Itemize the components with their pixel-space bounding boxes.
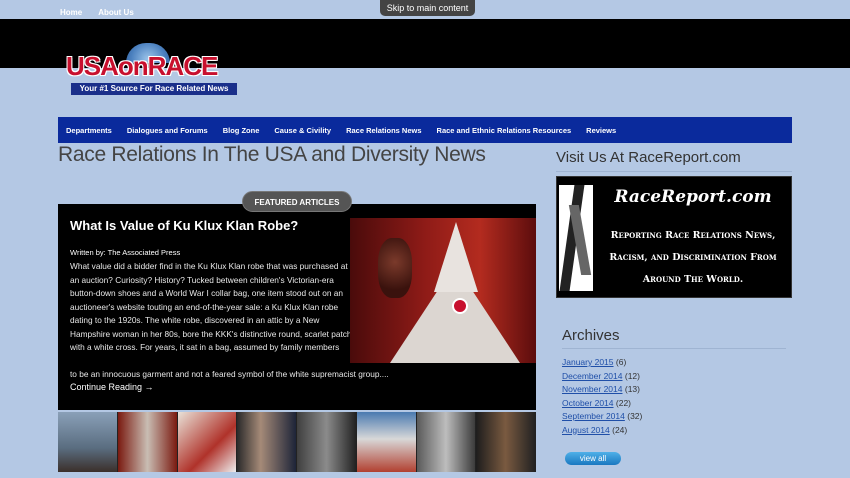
archive-count: (24) xyxy=(612,424,628,435)
thumbnail-1[interactable] xyxy=(58,412,118,472)
logo-tagline: Your #1 Source For Race Related News xyxy=(71,83,237,95)
archive-link[interactable]: August 2014 xyxy=(562,425,610,435)
home-link[interactable]: Home xyxy=(60,8,82,17)
site-logo[interactable]: USAonRACE Your #1 Source For Race Relate… xyxy=(66,43,238,97)
featured-excerpt: What value did a bidder find in the Ku K… xyxy=(70,261,352,352)
archive-link[interactable]: September 2014 xyxy=(562,411,625,421)
nav-dialogues-forums[interactable]: Dialogues and Forums xyxy=(127,126,208,135)
nav-resources[interactable]: Race and Ethnic Relations Resources xyxy=(437,126,572,135)
featured-excerpt-end: to be an innocuous garment and not a fea… xyxy=(70,369,389,379)
thumbnail-6[interactable] xyxy=(356,412,417,472)
archives-list: January 2015 (6) December 2014 (12) Nove… xyxy=(562,356,642,437)
featured-articles-badge: FEATURED ARTICLES xyxy=(242,191,352,212)
robe-shape xyxy=(390,284,520,363)
divider xyxy=(556,171,792,172)
thumbnail-3[interactable] xyxy=(177,412,238,472)
archive-count: (13) xyxy=(624,384,640,394)
archive-count: (22) xyxy=(615,397,632,408)
archive-link[interactable]: December 2014 xyxy=(562,371,622,381)
main-nav: Departments Dialogues and Forums Blog Zo… xyxy=(58,117,792,143)
nav-departments[interactable]: Departments xyxy=(66,126,112,135)
archive-link[interactable]: October 2014 xyxy=(562,398,614,408)
patch-shape xyxy=(452,298,468,314)
archive-link[interactable]: January 2015 xyxy=(562,357,614,367)
featured-title[interactable]: What Is Value of Ku Klux Klan Robe? xyxy=(70,218,298,233)
nav-cause-civility[interactable]: Cause & Civility xyxy=(274,126,331,135)
skip-to-main-link[interactable]: Skip to main content xyxy=(380,0,475,16)
ad-text: Reporting Race Relations News, Racism, a… xyxy=(609,230,777,285)
archive-link[interactable]: November 2014 xyxy=(562,384,622,394)
thumbnail-8[interactable] xyxy=(476,412,536,472)
featured-image[interactable] xyxy=(350,218,536,363)
top-links: Home About Us xyxy=(60,8,134,17)
page-title: Race Relations In The USA and Diversity … xyxy=(58,143,486,166)
racereport-ad[interactable]: RaceReport.com Reporting Race Relations … xyxy=(556,176,792,298)
list-item: December 2014 (12) xyxy=(562,370,642,384)
portrait-shape xyxy=(378,238,412,298)
featured-byline: Written by: The Associated Press xyxy=(70,248,181,257)
list-item: January 2015 (6) xyxy=(562,356,642,370)
thumbnail-5[interactable] xyxy=(297,412,357,472)
archives-heading: Archives xyxy=(562,327,620,344)
list-item: November 2014 (13) xyxy=(562,383,642,397)
archive-count: (12) xyxy=(624,370,640,381)
list-item: October 2014 (22) xyxy=(562,397,642,411)
handshake-icon xyxy=(559,185,593,291)
view-all-button[interactable]: view all xyxy=(565,452,621,465)
nav-blog-zone[interactable]: Blog Zone xyxy=(223,126,260,135)
thumbnail-4[interactable] xyxy=(237,412,297,472)
nav-reviews[interactable]: Reviews xyxy=(586,126,616,135)
nav-race-relations-news[interactable]: Race Relations News xyxy=(346,126,421,135)
about-us-link[interactable]: About Us xyxy=(98,8,134,17)
thumbnail-2[interactable] xyxy=(117,412,178,472)
thumbnail-7[interactable] xyxy=(416,412,477,472)
divider xyxy=(562,348,786,349)
list-item: August 2014 (24) xyxy=(562,424,642,438)
thumbnail-strip xyxy=(58,412,536,472)
list-item: September 2014 (32) xyxy=(562,410,642,424)
continue-reading-link[interactable]: Continue Reading → xyxy=(70,382,154,392)
ad-title: RaceReport.com xyxy=(614,187,772,207)
sidebar-heading: Visit Us At RaceReport.com xyxy=(556,149,741,166)
archive-count: (6) xyxy=(615,357,627,367)
hood-shape xyxy=(434,222,478,292)
archive-count: (32) xyxy=(627,411,643,421)
logo-wordmark: USAonRACE xyxy=(66,51,218,81)
